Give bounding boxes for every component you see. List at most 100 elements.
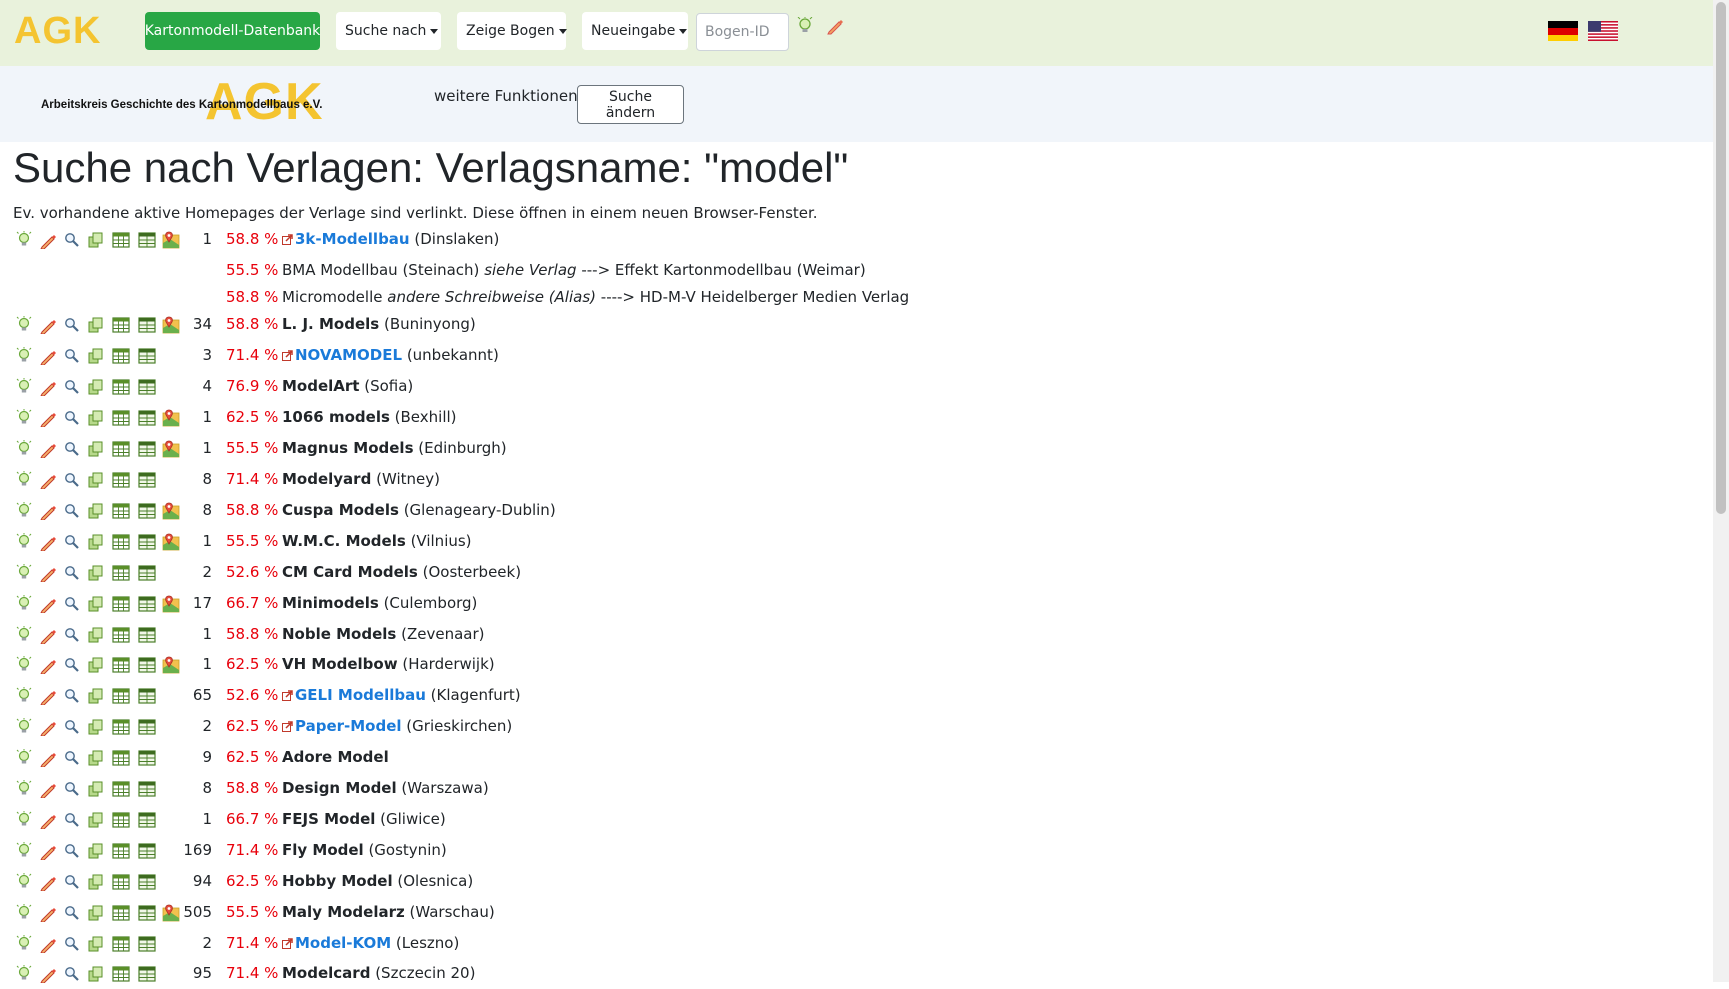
- table-icon[interactable]: [112, 780, 130, 797]
- grid-table-icon[interactable]: [138, 873, 156, 890]
- pencil-icon[interactable]: [40, 409, 56, 427]
- scrollbar-thumb[interactable]: [1716, 2, 1726, 514]
- pencil-icon[interactable]: [40, 471, 56, 489]
- magnifier-icon[interactable]: [64, 718, 80, 735]
- table-icon[interactable]: [112, 873, 130, 890]
- grid-table-icon[interactable]: [138, 378, 156, 395]
- table-icon[interactable]: [112, 440, 130, 457]
- pencil-icon[interactable]: [40, 316, 56, 334]
- table-icon[interactable]: [112, 749, 130, 766]
- table-icon[interactable]: [112, 965, 130, 982]
- pencil-icon[interactable]: [40, 440, 56, 458]
- pencil-icon[interactable]: [826, 17, 844, 39]
- table-icon[interactable]: [112, 316, 130, 333]
- grid-table-icon[interactable]: [138, 904, 156, 921]
- copy-icon[interactable]: [88, 904, 104, 921]
- magnifier-icon[interactable]: [64, 595, 80, 612]
- pencil-icon[interactable]: [40, 564, 56, 582]
- grid-table-icon[interactable]: [138, 440, 156, 457]
- grid-table-icon[interactable]: [138, 409, 156, 426]
- lightbulb-icon[interactable]: [16, 316, 32, 333]
- grid-table-icon[interactable]: [138, 471, 156, 488]
- magnifier-icon[interactable]: [64, 533, 80, 550]
- table-icon[interactable]: [112, 533, 130, 550]
- magnifier-icon[interactable]: [64, 440, 80, 457]
- pencil-icon[interactable]: [40, 687, 56, 705]
- magnifier-icon[interactable]: [64, 842, 80, 859]
- lightbulb-icon[interactable]: [16, 965, 32, 982]
- pencil-icon[interactable]: [40, 231, 56, 249]
- table-icon[interactable]: [112, 231, 130, 248]
- pencil-icon[interactable]: [40, 935, 56, 953]
- table-icon[interactable]: [112, 842, 130, 859]
- lightbulb-icon[interactable]: [16, 347, 32, 364]
- lightbulb-icon[interactable]: [16, 626, 32, 643]
- lightbulb-icon[interactable]: [16, 842, 32, 859]
- lightbulb-icon[interactable]: [16, 502, 32, 519]
- copy-icon[interactable]: [88, 471, 104, 488]
- copy-icon[interactable]: [88, 873, 104, 890]
- copy-icon[interactable]: [88, 718, 104, 735]
- lightbulb-icon[interactable]: [16, 564, 32, 581]
- lightbulb-icon[interactable]: [16, 231, 32, 248]
- grid-table-icon[interactable]: [138, 718, 156, 735]
- table-icon[interactable]: [112, 904, 130, 921]
- grid-table-icon[interactable]: [138, 231, 156, 248]
- grid-table-icon[interactable]: [138, 316, 156, 333]
- magnifier-icon[interactable]: [64, 409, 80, 426]
- pencil-icon[interactable]: [40, 378, 56, 396]
- magnifier-icon[interactable]: [64, 316, 80, 333]
- copy-icon[interactable]: [88, 687, 104, 704]
- new-entry-dropdown[interactable]: Neueingabe: [582, 12, 688, 50]
- magnifier-icon[interactable]: [64, 873, 80, 890]
- table-icon[interactable]: [112, 409, 130, 426]
- magnifier-icon[interactable]: [64, 687, 80, 704]
- change-search-button[interactable]: Suche ändern: [577, 85, 684, 124]
- copy-icon[interactable]: [88, 595, 104, 612]
- copy-icon[interactable]: [88, 409, 104, 426]
- table-icon[interactable]: [112, 718, 130, 735]
- table-icon[interactable]: [112, 687, 130, 704]
- magnifier-icon[interactable]: [64, 378, 80, 395]
- copy-icon[interactable]: [88, 656, 104, 673]
- lightbulb-icon[interactable]: [16, 749, 32, 766]
- database-home-button[interactable]: Kartonmodell-Datenbank: [145, 12, 320, 50]
- lightbulb-icon[interactable]: [16, 409, 32, 426]
- grid-table-icon[interactable]: [138, 502, 156, 519]
- pencil-icon[interactable]: [40, 749, 56, 767]
- grid-table-icon[interactable]: [138, 656, 156, 673]
- pencil-icon[interactable]: [40, 965, 56, 983]
- magnifier-icon[interactable]: [64, 231, 80, 248]
- lightbulb-icon[interactable]: [16, 873, 32, 890]
- show-sheet-dropdown[interactable]: Zeige Bogen: [457, 12, 567, 50]
- grid-table-icon[interactable]: [138, 780, 156, 797]
- pencil-icon[interactable]: [40, 595, 56, 613]
- copy-icon[interactable]: [88, 378, 104, 395]
- grid-table-icon[interactable]: [138, 935, 156, 952]
- copy-icon[interactable]: [88, 502, 104, 519]
- grid-table-icon[interactable]: [138, 626, 156, 643]
- agk-logo[interactable]: AGK: [14, 12, 101, 50]
- copy-icon[interactable]: [88, 749, 104, 766]
- us-flag-icon[interactable]: [1588, 21, 1618, 41]
- pencil-icon[interactable]: [40, 502, 56, 520]
- copy-icon[interactable]: [88, 440, 104, 457]
- copy-icon[interactable]: [88, 965, 104, 982]
- publisher-homepage-link[interactable]: Model-KOM: [295, 934, 391, 952]
- copy-icon[interactable]: [88, 811, 104, 828]
- lightbulb-icon[interactable]: [16, 935, 32, 952]
- pencil-icon[interactable]: [40, 780, 56, 798]
- lightbulb-icon[interactable]: [16, 811, 32, 828]
- magnifier-icon[interactable]: [64, 471, 80, 488]
- pencil-icon[interactable]: [40, 904, 56, 922]
- magnifier-icon[interactable]: [64, 626, 80, 643]
- copy-icon[interactable]: [88, 626, 104, 643]
- magnifier-icon[interactable]: [64, 564, 80, 581]
- copy-icon[interactable]: [88, 347, 104, 364]
- magnifier-icon[interactable]: [64, 749, 80, 766]
- table-icon[interactable]: [112, 656, 130, 673]
- grid-table-icon[interactable]: [138, 965, 156, 982]
- lightbulb-icon[interactable]: [797, 16, 813, 39]
- lightbulb-icon[interactable]: [16, 378, 32, 395]
- lightbulb-icon[interactable]: [16, 656, 32, 673]
